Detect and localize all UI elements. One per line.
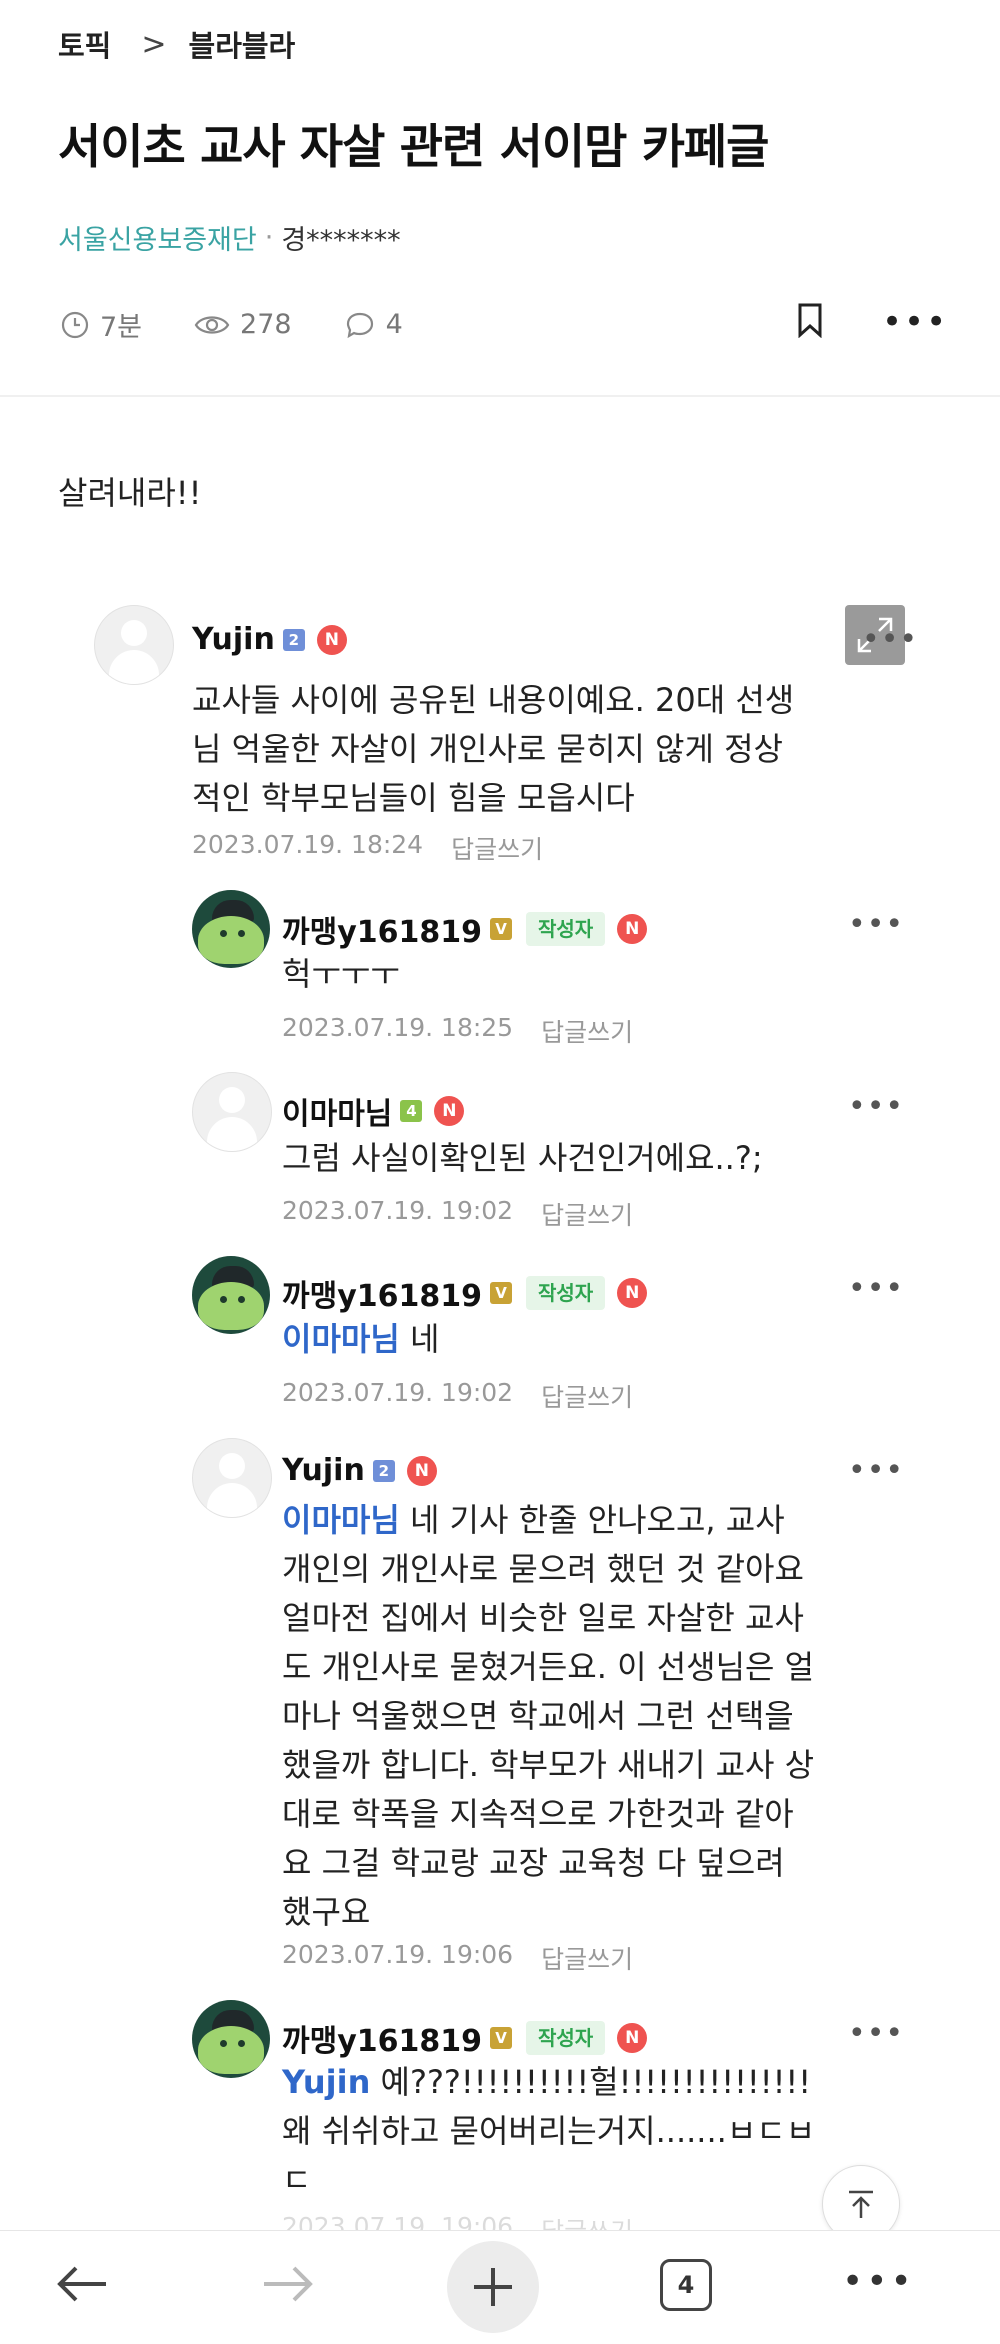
new-badge: N — [617, 914, 648, 944]
forward-icon — [264, 2266, 313, 2302]
comment-date: 2023.07.19. 19:02 — [282, 1378, 514, 1407]
comments-stat[interactable]: 4 — [344, 309, 403, 340]
comment-author[interactable]: 까맹y161819 V 작성자 N — [282, 907, 648, 951]
comment-date: 2023.07.19. 19:02 — [282, 1196, 514, 1225]
writer-badge: 작성자 — [526, 2021, 606, 2055]
new-tab-button[interactable] — [447, 2241, 539, 2333]
avatar[interactable] — [192, 890, 270, 968]
bookmark-icon[interactable] — [795, 302, 825, 338]
comment-date: 2023.07.19. 18:24 — [192, 830, 424, 859]
tab-count: 4 — [677, 2271, 695, 2299]
comment-date: 2023.07.19. 19:06 — [282, 1940, 514, 1969]
writer-badge: 작성자 — [526, 1276, 606, 1310]
comment-text: Yujin 예???!!!!!!!!!!헐!!!!!!!!!!!!!!! 왜 쉬… — [282, 2063, 816, 2199]
comment-author[interactable]: 이마마님 4 N — [282, 1089, 465, 1133]
writer-badge: 작성자 — [526, 912, 606, 946]
avatar[interactable] — [192, 1438, 272, 1518]
level-badge: 4 — [400, 1100, 423, 1122]
plus-icon — [474, 2268, 512, 2306]
view-count: 278 — [240, 309, 292, 340]
avatar[interactable] — [94, 605, 174, 685]
new-badge: N — [617, 2023, 648, 2053]
post-body: 살려내라!! — [58, 474, 202, 512]
breadcrumb-topic[interactable]: 토픽 — [58, 23, 111, 65]
time-ago: 7분 — [100, 312, 143, 343]
menu-icon[interactable]: ••• — [842, 2261, 915, 2302]
mention-link[interactable]: 이마마님 — [282, 1320, 400, 1358]
mention-link[interactable]: Yujin — [282, 2063, 370, 2101]
comment-author[interactable]: 까맹y161819 V 작성자 N — [282, 1271, 648, 1315]
back-button[interactable] — [52, 2259, 112, 2309]
comment-more-icon[interactable]: ••• — [848, 1271, 904, 1306]
new-badge: N — [406, 1455, 437, 1486]
avatar[interactable] — [192, 1072, 272, 1152]
new-badge: N — [434, 1096, 465, 1126]
reply-button[interactable]: 답글쓰기 — [541, 1013, 633, 1049]
comment-meta: 2023.07.19. 18:24 답글쓰기 — [192, 830, 543, 866]
level-badge: 2 — [282, 628, 305, 651]
comment-meta: 2023.07.19. 19:06 답글쓰기 — [282, 1940, 633, 1976]
comment-date: 2023.07.19. 18:25 — [282, 1013, 514, 1042]
divider — [0, 395, 1000, 397]
comment-text: 그럼 사실이확인된 사건인거에요..?; — [282, 1139, 763, 1177]
comment-count: 4 — [385, 309, 403, 340]
comment-more-icon[interactable]: ••• — [848, 1453, 904, 1488]
time-stat: 7분 — [60, 305, 142, 344]
clock-icon — [61, 311, 89, 338]
level-badge: 2 — [372, 1459, 395, 1482]
breadcrumb-board[interactable]: 블라블라 — [189, 23, 296, 65]
level-badge: V — [490, 2027, 512, 2049]
comment-more-icon[interactable]: ••• — [848, 1089, 904, 1124]
comment-author[interactable]: Yujin 2 N — [282, 1453, 437, 1488]
back-icon — [57, 2266, 106, 2302]
breadcrumb-separator: > — [141, 26, 167, 62]
comment-meta: 2023.07.19. 19:02 답글쓰기 — [282, 1378, 633, 1414]
reply-button[interactable]: 답글쓰기 — [451, 830, 543, 866]
level-badge: V — [490, 918, 512, 940]
comment-author[interactable]: 까맹y161819 V 작성자 N — [282, 2016, 648, 2060]
reply-button[interactable]: 답글쓰기 — [541, 1940, 633, 1976]
comment-meta: 2023.07.19. 18:25 답글쓰기 — [282, 1013, 633, 1049]
post-source: 서울신용보증재단 · 경******* — [58, 218, 401, 257]
comment-text: 이마마님 네 기사 한줄 안나오고, 교사 개인의 개인사로 묻으려 했던 것 … — [282, 1501, 815, 1931]
avatar[interactable] — [192, 2000, 270, 2078]
comment-more-icon[interactable]: ••• — [848, 2016, 904, 2051]
comment-icon — [346, 312, 373, 338]
reply-button[interactable]: 답글쓰기 — [541, 1378, 633, 1414]
eye-icon — [194, 315, 230, 334]
browser-toolbar: 4 ••• — [0, 2230, 1000, 2344]
company-link[interactable]: 서울신용보증재단 — [58, 218, 257, 257]
comment-more-icon[interactable]: ••• — [862, 622, 918, 657]
more-icon[interactable]: ••• — [882, 305, 948, 339]
tabs-icon[interactable]: 4 — [660, 2259, 712, 2311]
avatar[interactable] — [192, 1256, 270, 1334]
post-stats: 7분 278 4 — [60, 305, 455, 344]
author-name: 경******* — [281, 225, 401, 256]
new-badge: N — [316, 624, 347, 655]
comment-author[interactable]: Yujin 2 N — [192, 622, 347, 657]
post-title: 서이초 교사 자살 관련 서이맘 카페글 — [58, 120, 769, 175]
breadcrumb: 토픽 > 블라블라 — [58, 22, 295, 66]
mention-link[interactable]: 이마마님 — [282, 1501, 400, 1539]
forward-button[interactable] — [258, 2259, 318, 2309]
views-stat: 278 — [194, 309, 292, 340]
reply-button[interactable]: 답글쓰기 — [541, 1196, 633, 1232]
new-badge: N — [617, 1278, 648, 1308]
comment-text: 헉ㅜㅜㅜ — [282, 955, 400, 993]
comment-more-icon[interactable]: ••• — [848, 907, 904, 942]
comment-text: 이마마님 네 — [282, 1320, 440, 1358]
separator: · — [264, 222, 274, 253]
comment-text: 교사들 사이에 공유된 내용이예요. 20대 선생 님 억울한 자살이 개인사로 … — [192, 681, 795, 817]
level-badge: V — [490, 1282, 512, 1304]
comment-meta: 2023.07.19. 19:02 답글쓰기 — [282, 1196, 633, 1232]
